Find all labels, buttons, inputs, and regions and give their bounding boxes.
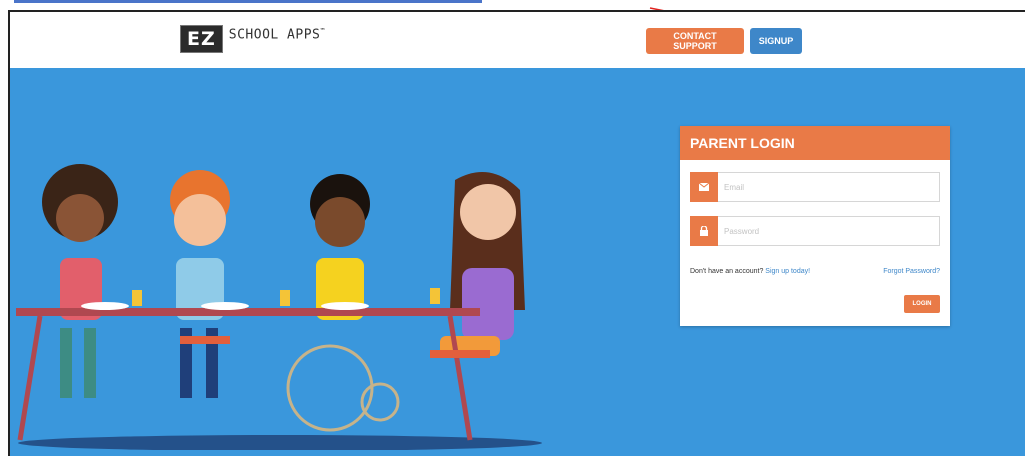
contact-support-button[interactable]: CONTACT SUPPORT [646,28,744,54]
lock-icon [690,216,718,246]
hero-section: PARENT LOGIN Don't have an account? Sign… [10,68,1025,456]
signup-button[interactable]: SIGNUP [750,28,802,54]
children-lunch-illustration [16,164,542,450]
browser-viewport: EZ SCHOOL APPS™ CONTACT SUPPORT SIGNUP P… [8,10,1025,456]
site-header: EZ SCHOOL APPS™ CONTACT SUPPORT SIGNUP [10,12,1025,68]
no-account-text: Don't have an account? [690,268,764,275]
top-link-underline [14,0,482,3]
password-input[interactable] [718,216,940,246]
email-field-group [690,172,940,202]
forgot-password-link[interactable]: Forgot Password? [883,268,940,275]
login-title: PARENT LOGIN [680,126,950,160]
signup-prompt: Don't have an account? Sign up today! [690,268,810,275]
ez-school-apps-logo[interactable]: EZ SCHOOL APPS™ [180,25,325,53]
password-field-group [690,216,940,246]
login-button[interactable]: LOGIN [904,295,940,313]
signup-today-link[interactable]: Sign up today! [765,268,810,275]
logo-mark: EZ [180,25,223,53]
parent-login-card: PARENT LOGIN Don't have an account? Sign… [680,126,950,326]
email-input[interactable] [718,172,940,202]
logo-wordmark: SCHOOL APPS™ [228,27,326,43]
envelope-icon [690,172,718,202]
